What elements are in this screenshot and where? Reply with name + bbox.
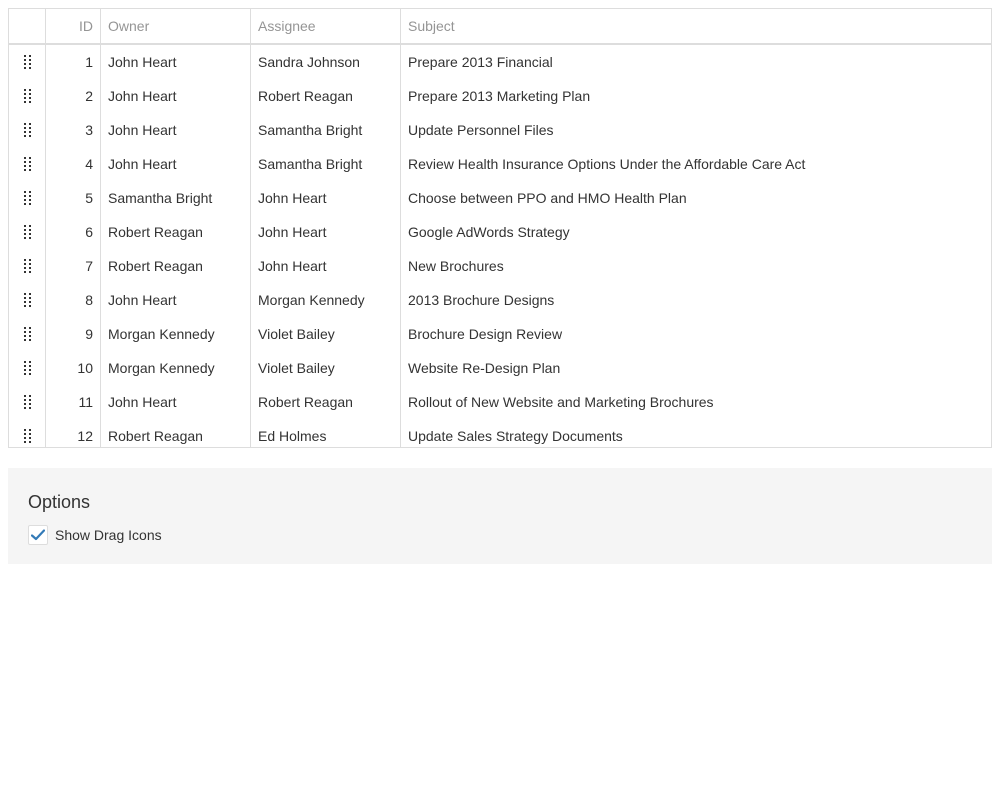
subject-cell[interactable]: Website Re-Design Plan xyxy=(401,351,991,385)
table-row[interactable]: 6 Robert Reagan John Heart Google AdWords S… xyxy=(9,215,991,249)
drag-handle-icon[interactable] xyxy=(23,361,31,375)
subject-cell[interactable]: New Brochures xyxy=(401,249,991,283)
subject-cell[interactable]: Prepare 2013 Financial xyxy=(401,45,991,79)
drag-handle-icon[interactable] xyxy=(23,157,31,171)
drag-handle-icon[interactable] xyxy=(23,429,31,443)
header-id[interactable]: ID xyxy=(46,9,101,43)
table-row[interactable]: 2 John Heart Robert Reagan Prepare 2013 Mar… xyxy=(9,79,991,113)
drag-handle-cell[interactable] xyxy=(9,419,46,447)
id-cell[interactable]: 4 xyxy=(46,147,101,181)
table-row[interactable]: 1 John Heart Sandra Johnson Prepare 2013 Fi… xyxy=(9,45,991,79)
checkbox-box[interactable] xyxy=(28,525,48,545)
assignee-cell[interactable]: John Heart xyxy=(251,215,401,249)
id-cell[interactable]: 6 xyxy=(46,215,101,249)
owner-cell[interactable]: John Heart xyxy=(101,283,251,317)
drag-handle-icon[interactable] xyxy=(23,293,31,307)
assignee-cell[interactable]: Sandra Johnson xyxy=(251,45,401,79)
drag-handle-cell[interactable] xyxy=(9,317,46,351)
table-row[interactable]: 7 Robert Reagan John Heart New Brochures xyxy=(9,249,991,283)
header-assignee[interactable]: Assignee xyxy=(251,9,401,43)
assignee-cell[interactable]: John Heart xyxy=(251,249,401,283)
table-row[interactable]: 3 John Heart Samantha Bright Update Personn… xyxy=(9,113,991,147)
drag-handle-icon[interactable] xyxy=(23,191,31,205)
drag-handle-cell[interactable] xyxy=(9,283,46,317)
assignee-cell[interactable]: Robert Reagan xyxy=(251,385,401,419)
owner-cell[interactable]: John Heart xyxy=(101,45,251,79)
id-cell[interactable]: 5 xyxy=(46,181,101,215)
assignee-cell[interactable]: Samantha Bright xyxy=(251,147,401,181)
subject-cell[interactable]: Review Health Insurance Options Under th… xyxy=(401,147,991,181)
show-drag-icons-checkbox[interactable]: Show Drag Icons xyxy=(28,524,972,546)
drag-handle-cell[interactable] xyxy=(9,147,46,181)
subject-cell[interactable]: 2013 Brochure Designs xyxy=(401,283,991,317)
assignee-cell[interactable]: Violet Bailey xyxy=(251,317,401,351)
id-cell[interactable]: 1 xyxy=(46,45,101,79)
drag-handle-cell[interactable] xyxy=(9,351,46,385)
tasks-data-grid: ID Owner Assignee Subject 1 John Heart San… xyxy=(8,8,992,448)
subject-cell[interactable]: Prepare 2013 Marketing Plan xyxy=(401,79,991,113)
owner-cell[interactable]: John Heart xyxy=(101,79,251,113)
owner-cell[interactable]: John Heart xyxy=(101,113,251,147)
table-row[interactable]: 10 Morgan Kennedy Violet Bailey Website Re-… xyxy=(9,351,991,385)
assignee-cell[interactable]: John Heart xyxy=(251,181,401,215)
subject-cell[interactable]: Update Sales Strategy Documents xyxy=(401,419,991,447)
owner-cell[interactable]: John Heart xyxy=(101,385,251,419)
subject-cell[interactable]: Google AdWords Strategy xyxy=(401,215,991,249)
owner-cell[interactable]: Samantha Bright xyxy=(101,181,251,215)
drag-handle-cell[interactable] xyxy=(9,113,46,147)
options-panel: Options Show Drag Icons xyxy=(8,468,992,564)
subject-cell[interactable]: Update Personnel Files xyxy=(401,113,991,147)
grid-header-row: ID Owner Assignee Subject xyxy=(9,9,991,45)
table-row[interactable]: 5 Samantha Bright John Heart Choose between… xyxy=(9,181,991,215)
table-row[interactable]: 8 John Heart Morgan Kennedy 2013 Brochure D… xyxy=(9,283,991,317)
drag-handle-cell[interactable] xyxy=(9,249,46,283)
subject-cell[interactable]: Choose between PPO and HMO Health Plan xyxy=(401,181,991,215)
id-cell[interactable]: 3 xyxy=(46,113,101,147)
drag-handle-icon[interactable] xyxy=(23,225,31,239)
drag-handle-icon[interactable] xyxy=(23,259,31,273)
subject-cell[interactable]: Rollout of New Website and Marketing Bro… xyxy=(401,385,991,419)
drag-handle-cell[interactable] xyxy=(9,45,46,79)
drag-handle-icon[interactable] xyxy=(23,89,31,103)
table-row[interactable]: 11 John Heart Robert Reagan Rollout of New … xyxy=(9,385,991,419)
header-drag-column xyxy=(9,9,46,43)
subject-cell[interactable]: Brochure Design Review xyxy=(401,317,991,351)
id-cell[interactable]: 11 xyxy=(46,385,101,419)
assignee-cell[interactable]: Samantha Bright xyxy=(251,113,401,147)
id-cell[interactable]: 8 xyxy=(46,283,101,317)
id-cell[interactable]: 10 xyxy=(46,351,101,385)
drag-handle-cell[interactable] xyxy=(9,181,46,215)
drag-handle-cell[interactable] xyxy=(9,215,46,249)
assignee-cell[interactable]: Violet Bailey xyxy=(251,351,401,385)
owner-cell[interactable]: John Heart xyxy=(101,147,251,181)
drag-handle-cell[interactable] xyxy=(9,79,46,113)
owner-cell[interactable]: Morgan Kennedy xyxy=(101,351,251,385)
show-drag-icons-label: Show Drag Icons xyxy=(55,527,162,543)
drag-handle-cell[interactable] xyxy=(9,385,46,419)
owner-cell[interactable]: Robert Reagan xyxy=(101,249,251,283)
owner-cell[interactable]: Morgan Kennedy xyxy=(101,317,251,351)
assignee-cell[interactable]: Ed Holmes xyxy=(251,419,401,447)
drag-handle-icon[interactable] xyxy=(23,123,31,137)
drag-handle-icon[interactable] xyxy=(23,55,31,69)
id-cell[interactable]: 9 xyxy=(46,317,101,351)
grid-body: 1 John Heart Sandra Johnson Prepare 2013 Fi… xyxy=(9,45,991,447)
owner-cell[interactable]: Robert Reagan xyxy=(101,419,251,447)
header-owner[interactable]: Owner xyxy=(101,9,251,43)
id-cell[interactable]: 2 xyxy=(46,79,101,113)
table-row[interactable]: 4 John Heart Samantha Bright Review Health … xyxy=(9,147,991,181)
table-row[interactable]: 12 Robert Reagan Ed Holmes Update Sales Str… xyxy=(9,419,991,447)
owner-cell[interactable]: Robert Reagan xyxy=(101,215,251,249)
drag-handle-icon[interactable] xyxy=(23,327,31,341)
options-title: Options xyxy=(28,492,91,512)
assignee-cell[interactable]: Robert Reagan xyxy=(251,79,401,113)
header-subject[interactable]: Subject xyxy=(401,9,991,43)
table-row[interactable]: 9 Morgan Kennedy Violet Bailey Brochure Des… xyxy=(9,317,991,351)
id-cell[interactable]: 12 xyxy=(46,419,101,447)
drag-handle-icon[interactable] xyxy=(23,395,31,409)
checkmark-icon xyxy=(31,529,45,541)
id-cell[interactable]: 7 xyxy=(46,249,101,283)
assignee-cell[interactable]: Morgan Kennedy xyxy=(251,283,401,317)
